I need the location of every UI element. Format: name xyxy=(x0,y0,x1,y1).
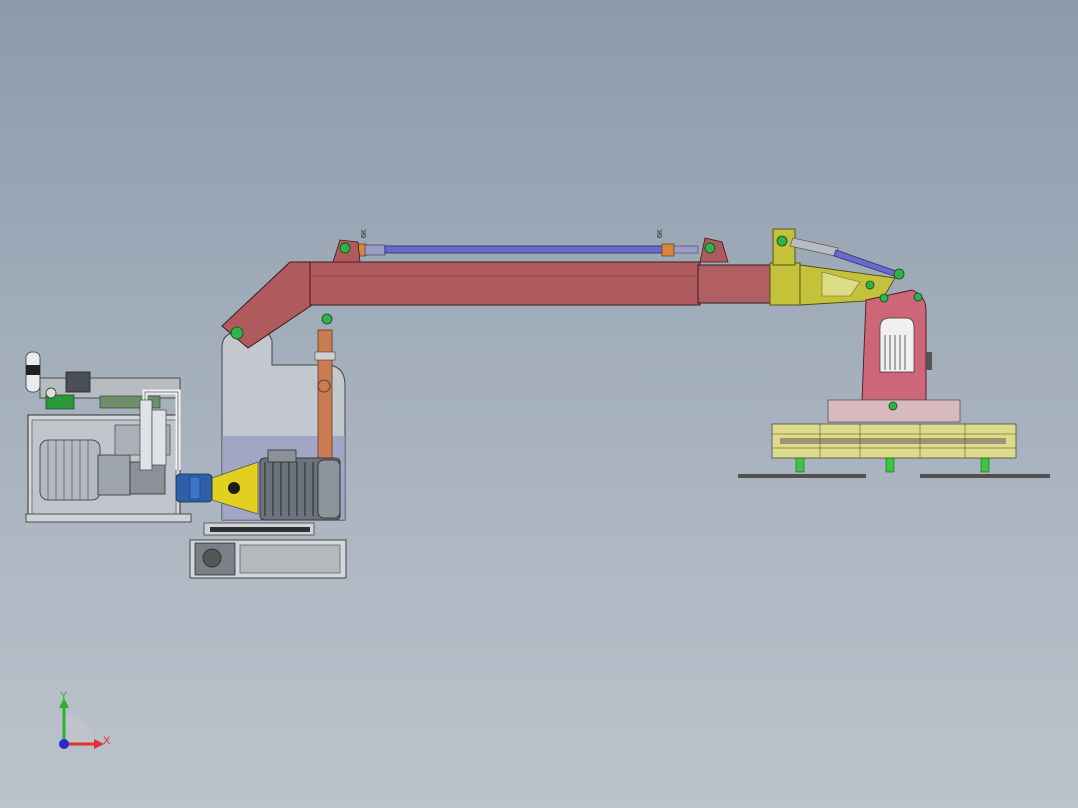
motor-pump-coupling[interactable] xyxy=(175,461,259,515)
electric-motor[interactable] xyxy=(259,449,341,521)
coordinate-triad: Y X xyxy=(59,690,111,749)
vertical-column[interactable] xyxy=(314,329,336,461)
x-axis-label: X xyxy=(103,735,111,747)
y-axis-label: Y xyxy=(60,690,68,702)
cad-model-viewport[interactable]: 6K 6K Y X xyxy=(0,0,1078,808)
vacuum-gripper[interactable] xyxy=(738,399,1050,478)
boom-hydraulic-cylinder[interactable]: 6K 6K xyxy=(351,229,699,257)
z-axis-dot xyxy=(59,739,69,749)
cylinder-tag-left: 6K xyxy=(361,229,368,238)
main-boom[interactable] xyxy=(221,261,771,349)
cylinder-tag-right: 6K xyxy=(657,229,664,238)
hydraulic-power-unit[interactable] xyxy=(25,351,192,523)
